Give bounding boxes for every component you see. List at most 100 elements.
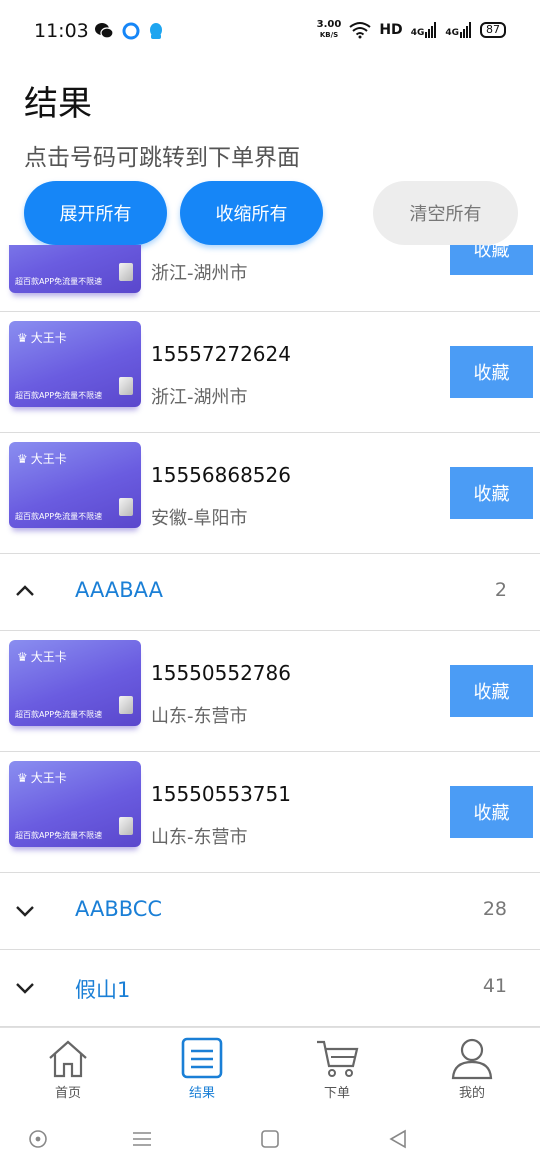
group-header[interactable]: AABBCC 28: [0, 873, 540, 950]
battery-indicator: 87: [480, 22, 506, 38]
tab-home-label: 首页: [54, 1086, 81, 1101]
favorite-button[interactable]: 收藏: [450, 467, 533, 519]
phone-number[interactable]: 15550552786: [151, 661, 291, 685]
group-header[interactable]: AAABAA 2: [0, 554, 540, 631]
network-speed-unit: KB/S: [319, 31, 339, 39]
network-4g-1: 4G: [411, 22, 438, 38]
results-list[interactable]: 超百款APP免流量不限速 浙江-湖州市 收藏 ♛ 大王卡 超百款APP免流量不限速…: [0, 245, 540, 1027]
list-item[interactable]: ♛ 大王卡 超百款APP免流量不限速 15556868526 安徽-阜阳市 收藏: [0, 433, 540, 554]
sim-card-image: ♛ 大王卡 超百款APP免流量不限速: [9, 640, 141, 726]
network-4g-2-label: 4G: [445, 28, 459, 38]
crown-icon: ♛: [17, 451, 28, 466]
favorite-button[interactable]: 收藏: [450, 346, 533, 398]
network-4g-1-label: 4G: [410, 28, 425, 38]
clear-all-button[interactable]: 清空所有: [373, 181, 518, 245]
tab-order[interactable]: 下单: [297, 1036, 377, 1106]
favorite-button[interactable]: 收藏: [450, 245, 533, 275]
sim-chip-icon: [119, 377, 133, 395]
assistant-button-icon[interactable]: [26, 1127, 50, 1151]
qq-icon: [150, 23, 162, 39]
favorite-button[interactable]: 收藏: [450, 786, 533, 838]
sim-card-slogan: 超百款APP免流量不限速: [15, 831, 103, 840]
group-title: AABBCC: [75, 897, 163, 921]
network-speed: 3.00 KB/S: [317, 20, 342, 40]
tab-mine[interactable]: 我的: [432, 1036, 512, 1106]
phone-number[interactable]: 15556868526: [151, 463, 291, 487]
phone-city: 浙江-湖州市: [151, 387, 248, 408]
list-icon: [181, 1037, 223, 1079]
group-count: 28: [482, 898, 507, 920]
group-title: AAABAA: [75, 578, 163, 602]
wifi-icon: [349, 22, 371, 39]
sim-chip-icon: [119, 696, 133, 714]
tab-results[interactable]: 结果: [162, 1036, 242, 1106]
list-item[interactable]: ♛ 大王卡 超百款APP免流量不限速 15550553751 山东-东营市 收藏: [0, 752, 540, 873]
chevron-up-icon: [16, 585, 34, 596]
notification-icons: [94, 22, 164, 40]
tab-order-label: 下单: [323, 1086, 350, 1101]
crown-icon: ♛: [17, 330, 28, 345]
sim-chip-icon: [119, 817, 133, 835]
browser-icon: [122, 22, 140, 40]
phone-city: 山东-东营市: [151, 706, 248, 727]
signal-icon: [460, 22, 471, 38]
sim-card-logo: ♛ 大王卡: [17, 450, 67, 467]
status-time: 11:03: [34, 20, 89, 42]
page-hint: 点击号码可跳转到下单界面: [24, 145, 300, 171]
system-nav-bar: [0, 1107, 540, 1170]
group-count: 41: [482, 975, 507, 997]
home-icon: [49, 1040, 87, 1078]
list-item[interactable]: ♛ 大王卡 超百款APP免流量不限速 15550552786 山东-东营市 收藏: [0, 631, 540, 752]
expand-all-button[interactable]: 展开所有: [24, 181, 167, 245]
sim-card-logo: ♛ 大王卡: [17, 648, 67, 665]
sim-card-slogan: 超百款APP免流量不限速: [15, 710, 103, 719]
group-title: 假山1: [75, 978, 131, 1002]
sim-card-image: 超百款APP免流量不限速: [9, 245, 141, 293]
tab-mine-label: 我的: [458, 1086, 485, 1101]
chevron-down-icon: [16, 906, 34, 917]
phone-city: 浙江-湖州市: [151, 263, 248, 284]
network-speed-value: 3.00: [316, 19, 342, 30]
phone-number[interactable]: 15557272624: [151, 342, 291, 366]
crown-icon: ♛: [17, 649, 28, 664]
sim-card-image: ♛ 大王卡 超百款APP免流量不限速: [9, 321, 141, 407]
crown-icon: ♛: [17, 770, 28, 785]
cart-icon: [317, 1040, 359, 1077]
user-icon: [451, 1038, 493, 1080]
sim-card-slogan: 超百款APP免流量不限速: [15, 277, 103, 286]
page-title: 结果: [24, 84, 92, 124]
sim-card-slogan: 超百款APP免流量不限速: [15, 391, 103, 400]
sim-chip-icon: [119, 498, 133, 516]
collapse-all-button[interactable]: 收缩所有: [180, 181, 323, 245]
phone-city: 山东-东营市: [151, 827, 248, 848]
network-4g-2: 4G: [445, 22, 472, 38]
back-button-icon[interactable]: [386, 1127, 410, 1151]
list-item[interactable]: ♛ 大王卡 超百款APP免流量不限速 15557272624 浙江-湖州市 收藏: [0, 312, 540, 433]
list-item[interactable]: 超百款APP免流量不限速 浙江-湖州市 收藏: [0, 245, 540, 312]
sim-card-logo: ♛ 大王卡: [17, 329, 67, 346]
sim-card-image: ♛ 大王卡 超百款APP免流量不限速: [9, 442, 141, 528]
home-button-icon[interactable]: [258, 1127, 282, 1151]
favorite-button[interactable]: 收藏: [450, 665, 533, 717]
hd-indicator: HD: [379, 22, 403, 38]
sim-card-brand: 大王卡: [30, 452, 67, 466]
sim-card-brand: 大王卡: [30, 650, 67, 664]
menu-button-icon[interactable]: [130, 1127, 154, 1151]
wechat-icon: [95, 23, 114, 39]
sim-card-slogan: 超百款APP免流量不限速: [15, 512, 103, 521]
chevron-down-icon: [16, 983, 34, 994]
sim-card-brand: 大王卡: [30, 331, 67, 345]
phone-number[interactable]: 15550553751: [151, 782, 291, 806]
signal-icon: [425, 22, 437, 38]
tab-home[interactable]: 首页: [28, 1036, 108, 1106]
sim-card-brand: 大王卡: [30, 771, 67, 785]
phone-city: 安徽-阜阳市: [151, 508, 248, 529]
tab-results-label: 结果: [188, 1086, 215, 1101]
sim-card-logo: ♛ 大王卡: [17, 769, 67, 786]
sim-chip-icon: [119, 263, 133, 281]
group-header[interactable]: 假山1 41: [0, 950, 540, 1027]
sim-card-image: ♛ 大王卡 超百款APP免流量不限速: [9, 761, 141, 847]
bottom-nav: 首页 结果 下单 我的: [0, 1027, 540, 1107]
group-count: 2: [494, 579, 507, 601]
status-bar: 11:03 3.00 KB/S HD 4G 4G 87: [0, 0, 540, 64]
